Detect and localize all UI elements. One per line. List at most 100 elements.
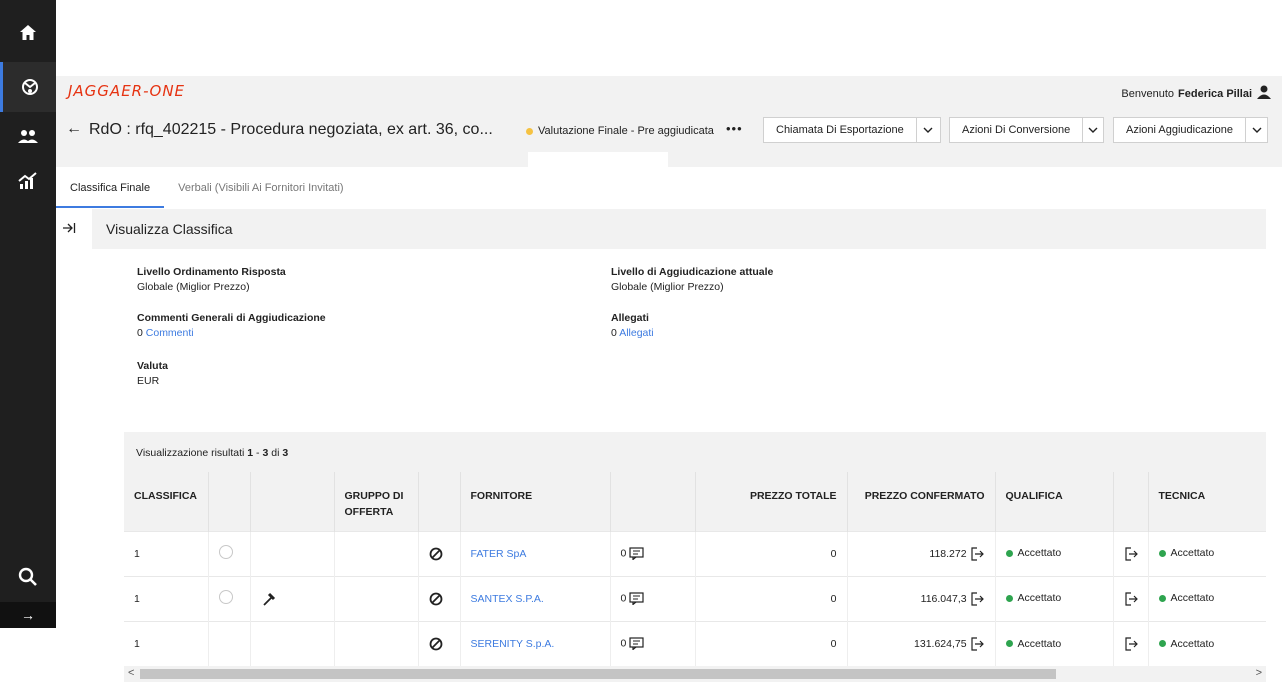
col-award	[250, 472, 335, 531]
comments-count: 0	[137, 327, 143, 339]
results-summary: Visualizzazione risultati 1 - 3 di 3	[124, 432, 1266, 472]
jaggaer-logo[interactable]: JAGGAER-ONE	[68, 82, 185, 100]
rank-cell: 1	[124, 620, 209, 666]
suppliers-icon[interactable]	[0, 112, 56, 162]
message-icon[interactable]	[629, 592, 644, 605]
message-icon[interactable]	[629, 547, 644, 560]
tab-bar: Classifica Finale Verbali (Visibili Ai F…	[56, 172, 358, 208]
open-detail-icon[interactable]	[970, 546, 985, 561]
conversion-actions-button[interactable]: Azioni Di Conversione	[949, 117, 1104, 143]
col-qualifica-action	[1113, 472, 1149, 531]
open-detail-icon[interactable]	[1124, 591, 1139, 606]
field-aggiudicazione: Livello di Aggiudicazione attuale Global…	[611, 265, 773, 295]
tecnica-label: Accettato	[1170, 547, 1215, 560]
results-to: 3	[262, 447, 269, 459]
col-exclude	[418, 472, 461, 531]
scroll-left-icon[interactable]: <	[128, 667, 134, 679]
scroll-thumb[interactable]	[140, 669, 1056, 679]
award-cell	[250, 530, 335, 576]
field-ordinamento: Livello Ordinamento Risposta Globale (Mi…	[137, 265, 286, 295]
tecnica-label: Accettato	[1170, 637, 1215, 650]
horizontal-scrollbar[interactable]: < >	[124, 666, 1266, 682]
title-bar-notch	[528, 152, 668, 167]
field-value: EUR	[137, 375, 160, 387]
rank-cell: 1	[124, 575, 209, 621]
tecnica-label: Accettato	[1170, 592, 1215, 605]
page-title: RdO : rfq_402215 - Procedura negoziata, …	[89, 121, 493, 138]
collapse-panel-icon[interactable]	[62, 222, 76, 237]
exclude-icon[interactable]	[429, 637, 443, 651]
col-tecnica[interactable]: TECNICA	[1148, 472, 1266, 531]
table-row: 1 SANTEX S.P.A. 0 0 116.047,3 Accettato …	[124, 575, 1266, 621]
open-detail-icon[interactable]	[1124, 637, 1139, 651]
analytics-icon[interactable]	[0, 156, 56, 206]
field-label: Livello Ordinamento Risposta	[137, 266, 286, 278]
conversion-actions-label[interactable]: Azioni Di Conversione	[950, 118, 1082, 142]
supplier-link[interactable]: SERENITY S.p.A.	[471, 638, 555, 650]
qualifica-label: Accettato	[1017, 637, 1062, 650]
select-radio[interactable]	[218, 545, 233, 559]
field-label: Allegati	[611, 312, 649, 324]
select-radio[interactable]	[218, 590, 233, 604]
supplier-link[interactable]: FATER SpA	[471, 548, 527, 560]
chevron-down-icon[interactable]	[1245, 118, 1267, 142]
col-fornitore[interactable]: FORNITORE	[460, 472, 611, 531]
qualifica-label: Accettato	[1017, 547, 1062, 560]
total-price-cell: 0	[695, 530, 848, 576]
expand-rail-button[interactable]: →	[0, 602, 56, 628]
status-dot-icon	[1158, 549, 1166, 557]
award-cell	[250, 620, 335, 666]
col-classifica[interactable]: CLASSIFICA	[124, 472, 209, 531]
confirmed-price: 116.047,3	[920, 592, 967, 605]
field-value: Globale (Miglior Prezzo)	[611, 281, 724, 293]
tab-classifica-finale[interactable]: Classifica Finale	[56, 172, 165, 208]
messages-count: 0	[620, 547, 627, 560]
open-detail-icon[interactable]	[970, 637, 985, 651]
field-valuta: Valuta EUR	[137, 359, 168, 389]
export-call-label[interactable]: Chiamata Di Esportazione	[764, 118, 916, 142]
home-icon[interactable]	[0, 8, 56, 58]
exclude-icon[interactable]	[429, 592, 443, 606]
tab-verbali[interactable]: Verbali (Visibili Ai Fornitori Invitati)	[164, 172, 357, 208]
group-cell	[334, 575, 419, 621]
confirmed-price: 131.624,75	[914, 637, 967, 650]
results-of: di	[271, 447, 280, 459]
supplier-link[interactable]: SANTEX S.P.A.	[471, 593, 544, 605]
group-cell	[334, 620, 419, 666]
results-prefix: Visualizzazione risultati	[136, 447, 245, 459]
user-name: Federica Pillai	[1178, 87, 1252, 100]
comments-link[interactable]: Commenti	[146, 327, 194, 339]
col-prezzo-confermato[interactable]: PREZZO CONFERMATO	[847, 472, 996, 531]
total-price-cell: 0	[695, 620, 848, 666]
back-arrow-icon[interactable]: ←	[66, 120, 82, 138]
results-sep: -	[256, 447, 260, 459]
col-prezzo-totale[interactable]: PREZZO TOTALE	[695, 472, 848, 531]
welcome-user[interactable]: Benvenuto Federica Pillai	[1121, 85, 1272, 102]
col-qualifica[interactable]: QUALIFICA	[995, 472, 1114, 531]
col-messages	[610, 472, 696, 531]
field-label: Valuta	[137, 360, 168, 372]
col-gruppo[interactable]: GRUPPO DI OFFERTA	[334, 472, 419, 531]
results-total: 3	[282, 447, 289, 459]
attachments-count: 0	[611, 327, 617, 339]
tecnica-status: Accettato	[1158, 592, 1215, 605]
attachments-link[interactable]: Allegati	[619, 327, 653, 339]
app-header: JAGGAER-ONE Benvenuto Federica Pillai	[56, 76, 1282, 106]
message-icon[interactable]	[629, 637, 644, 651]
award-actions-label[interactable]: Azioni Aggiudicazione	[1114, 118, 1245, 142]
qualifica-label: Accettato	[1017, 592, 1062, 605]
scroll-right-icon[interactable]: >	[1256, 667, 1262, 679]
more-options-icon[interactable]: •••	[726, 121, 743, 136]
export-call-button[interactable]: Chiamata Di Esportazione	[763, 117, 941, 143]
open-detail-icon[interactable]	[1124, 546, 1139, 561]
exclude-icon[interactable]	[429, 547, 443, 561]
sourcing-icon[interactable]	[0, 62, 56, 112]
chevron-down-icon[interactable]	[1082, 118, 1103, 142]
search-icon[interactable]	[0, 552, 56, 602]
messages-count: 0	[620, 592, 627, 605]
award-actions-button[interactable]: Azioni Aggiudicazione	[1113, 117, 1268, 143]
chevron-down-icon[interactable]	[915, 118, 940, 142]
gavel-icon[interactable]	[261, 591, 277, 607]
title-bar-extension	[56, 152, 1282, 167]
open-detail-icon[interactable]	[970, 591, 985, 606]
